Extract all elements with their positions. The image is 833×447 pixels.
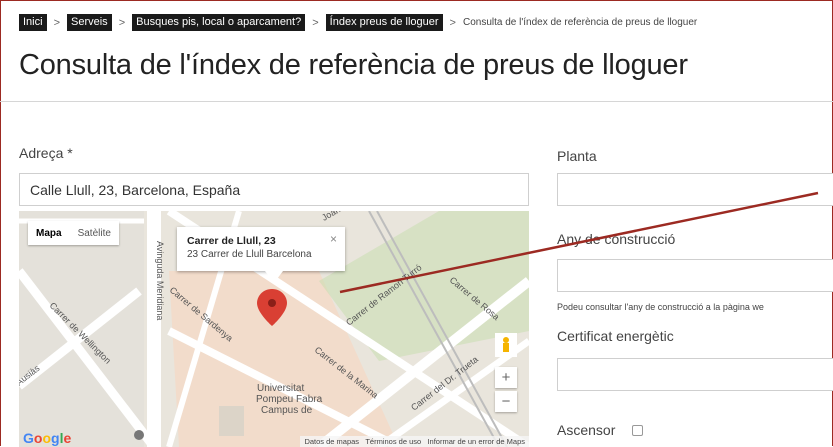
location-pin-dot: [268, 299, 276, 307]
close-icon[interactable]: ×: [330, 232, 337, 246]
breadcrumb-serveis[interactable]: Serveis: [67, 14, 112, 31]
info-window-subtitle: 23 Carrer de Llull Barcelona: [187, 249, 312, 260]
certificate-label: Certificat energètic: [557, 328, 674, 344]
breadcrumb-separator: >: [118, 16, 126, 29]
breadcrumb-busques[interactable]: Busques pis, local o aparcament?: [132, 14, 306, 31]
map-footer: Datos de mapas Términos de uso Informar …: [300, 436, 529, 447]
map-terms-link[interactable]: Términos de uso: [365, 437, 421, 446]
breadcrumb-separator: >: [53, 16, 60, 29]
address-label: Adreça *: [19, 145, 73, 161]
pegman-icon[interactable]: [503, 337, 509, 343]
map-report-link[interactable]: Informar de un error de Maps: [427, 437, 525, 446]
street-label-meridiana: Avinguda Meridiana: [155, 241, 165, 320]
breadcrumb-current: Consulta de l'índex de referència de pre…: [462, 17, 698, 28]
map-info-window: Carrer de Llull, 23 23 Carrer de Llull B…: [177, 227, 345, 271]
info-window-tail: [265, 271, 283, 283]
elevator-checkbox[interactable]: [632, 425, 643, 436]
year-help-text: Podeu consultar l'any de construcció a l…: [557, 302, 764, 312]
year-label: Any de construcció: [557, 231, 676, 247]
breadcrumb-inici[interactable]: Inici: [19, 14, 47, 31]
breadcrumb: Inici > Serveis > Busques pis, local o a…: [19, 14, 697, 31]
zoom-out-button[interactable]: −: [495, 391, 517, 412]
floor-label: Planta: [557, 148, 597, 164]
floor-input[interactable]: [557, 173, 833, 206]
google-logo: Google: [23, 430, 72, 446]
page-title: Consulta de l'índex de referència de pre…: [19, 49, 688, 81]
map[interactable]: Avinguda Meridiana Carrer de Wellington …: [19, 211, 529, 447]
breadcrumb-separator: >: [312, 16, 319, 29]
zoom-in-button[interactable]: +: [495, 367, 517, 388]
pegman-body: [503, 343, 509, 352]
info-window-title: Carrer de Llull, 23: [187, 235, 276, 247]
certificate-select[interactable]: [557, 358, 833, 391]
breadcrumb-separator: >: [449, 16, 456, 29]
breadcrumb-index[interactable]: Índex preus de lloguer: [325, 14, 443, 31]
year-input[interactable]: [557, 259, 833, 292]
map-type-control: Mapa Satèlite: [28, 221, 119, 245]
address-input[interactable]: Calle Llull, 23, Barcelona, España: [19, 173, 529, 206]
elevator-label: Ascensor: [557, 422, 616, 438]
camera-icon: [134, 430, 144, 440]
map-type-satellite[interactable]: Satèlite: [70, 221, 119, 245]
map-data-link[interactable]: Datos de mapas: [304, 437, 359, 446]
title-divider: [0, 101, 833, 102]
map-type-map[interactable]: Mapa: [28, 221, 70, 245]
street-label-joan: Joan: [320, 211, 342, 223]
building: [219, 406, 244, 436]
